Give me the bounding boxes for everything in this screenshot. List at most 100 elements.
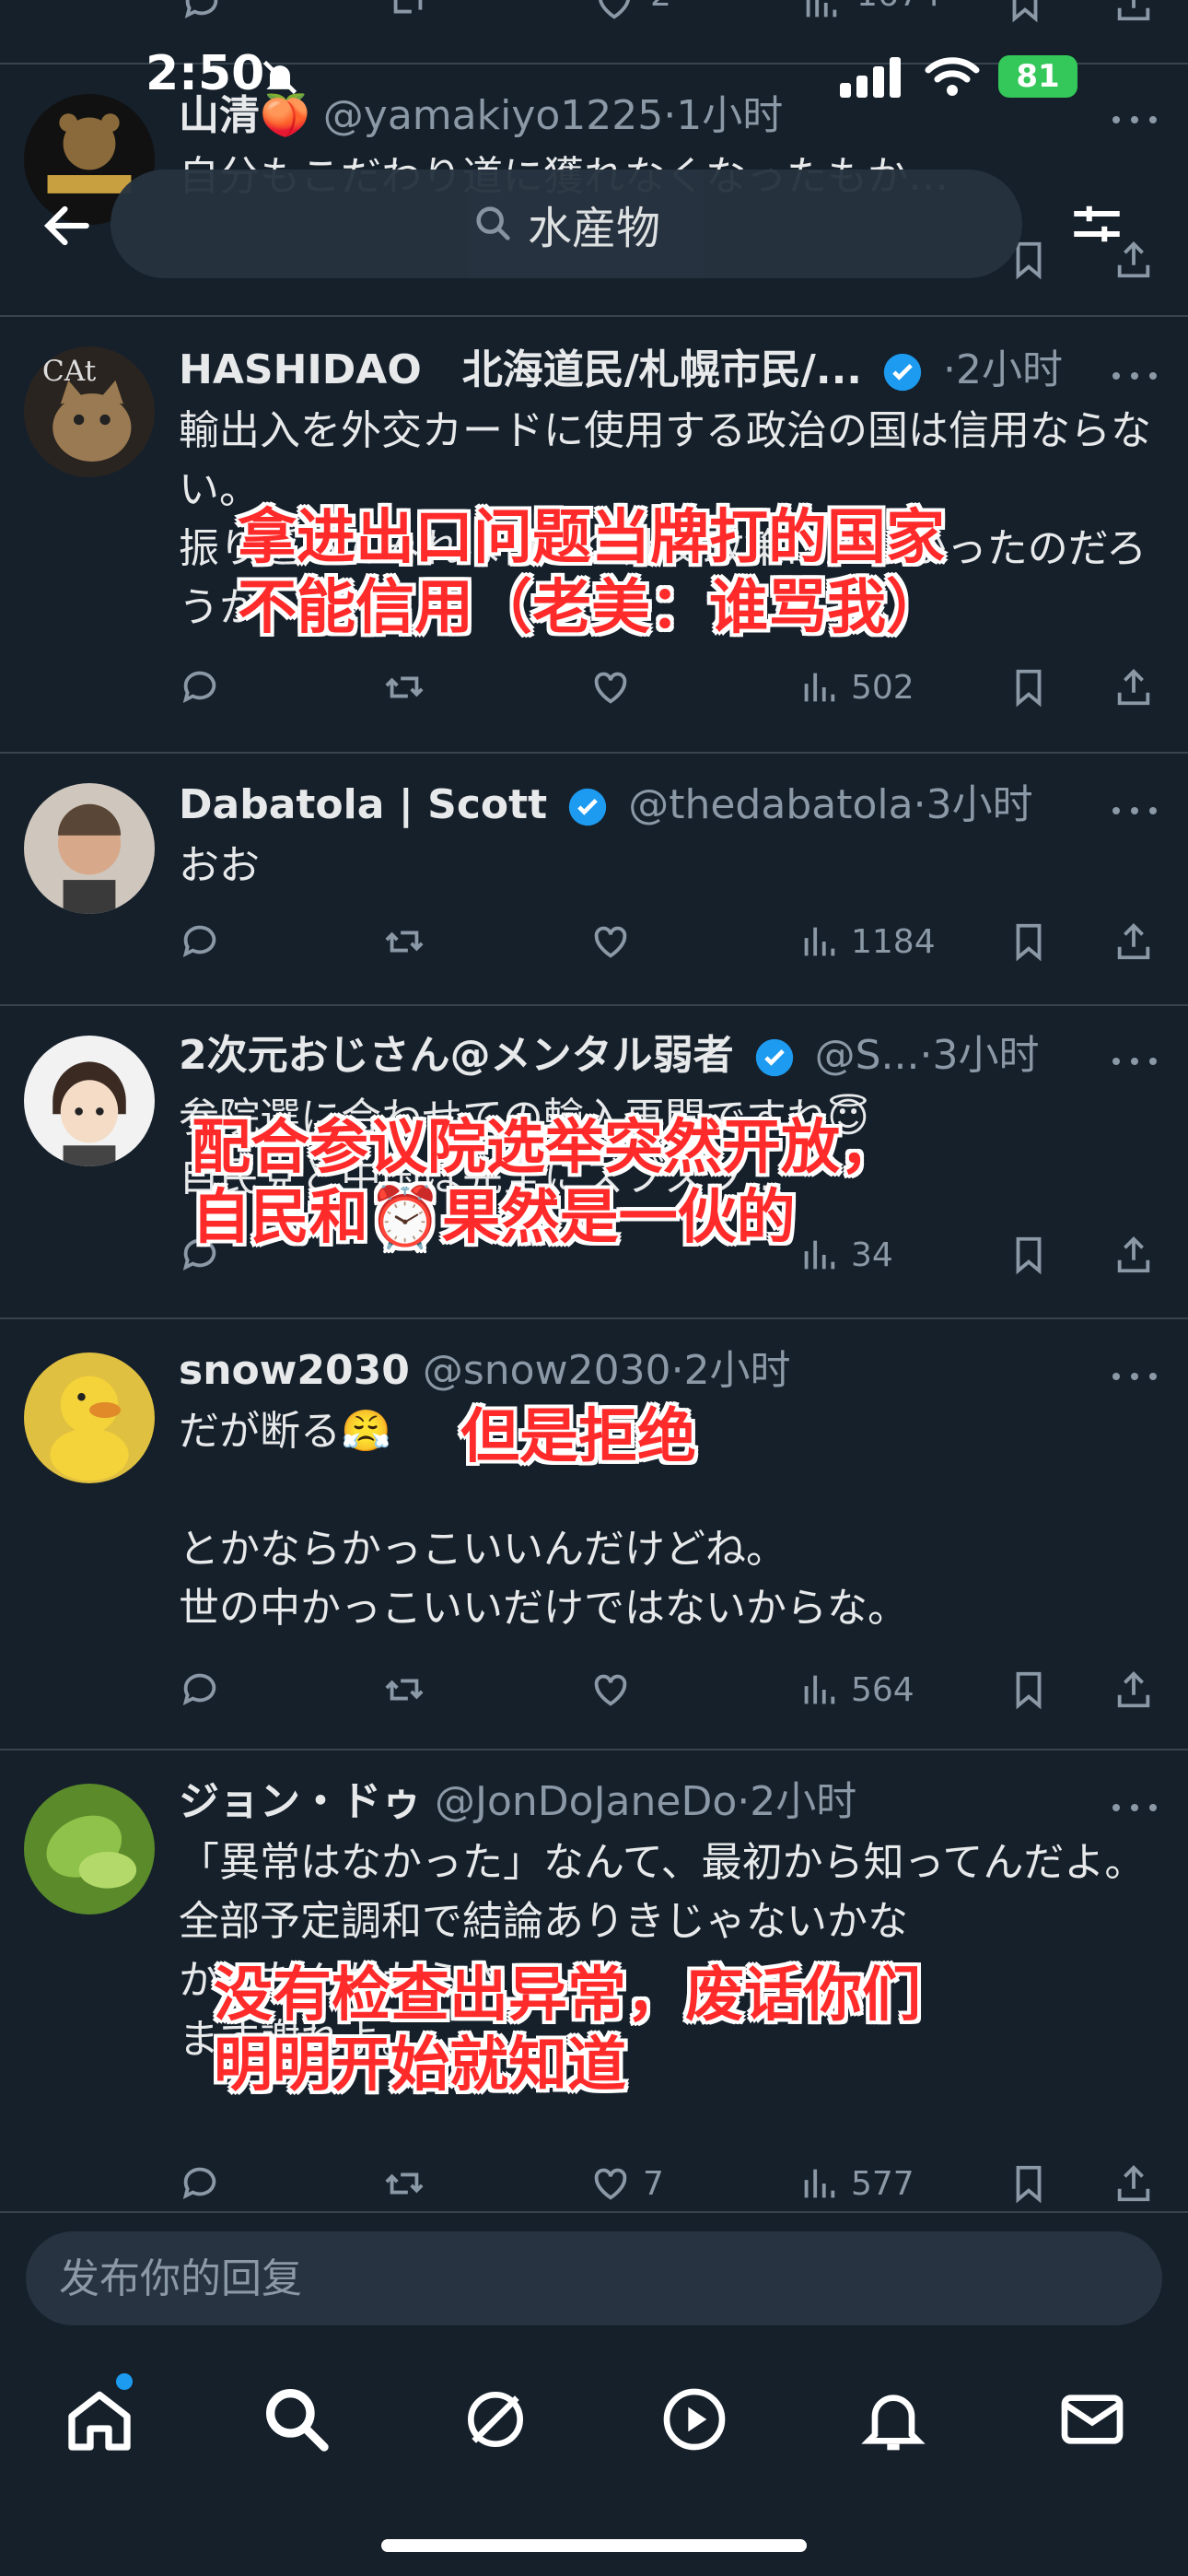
tweet-text: おお [179,842,260,889]
timestamp[interactable]: 3小时 [926,781,1033,828]
search-icon [476,206,510,240]
avatar[interactable] [24,1036,155,1166]
tweet[interactable]: CAt HASHIDAO 北海道民/札幌市民/... ·2小时 輸出入を外交カー… [0,315,1188,754]
home-icon[interactable] [63,2383,136,2456]
caption-overlay: 没有检查出异常，废话你们 明明开始就知道 [214,1961,921,2101]
retweet-button[interactable] [383,660,425,715]
bookmark-icon [1016,1236,1042,1275]
like-button[interactable]: 7 [589,2156,664,2211]
views-button[interactable]: 502 [798,660,914,715]
share-button[interactable] [1112,660,1155,715]
reply-icon [182,925,216,957]
more-icon[interactable] [1109,802,1160,820]
display-name[interactable]: ジョン・ドゥ [179,1778,422,1825]
tweet-header: 2次元おじさん@メンタル弱者 @S...·3小时 [179,1032,1040,1079]
home-notification-dot [116,2373,133,2390]
views-icon [804,673,835,702]
avatar[interactable]: CAt [24,346,155,477]
bookmark-icon [1016,1671,1042,1710]
notification-bell-icon[interactable] [856,2383,930,2456]
search-field[interactable]: 水産物 [111,170,1022,278]
avatar[interactable] [24,1784,155,1914]
like-button[interactable] [589,660,632,715]
handle[interactable]: @JonDoJaneDo [435,1778,737,1825]
like-icon [594,1674,627,1706]
caption-overlay: 配合参议院选举突然开放， 自民和⏰果然是一伙的 [192,1113,899,1253]
previous-tweet-actions: 2 1674 [0,0,1188,37]
bookmark-button[interactable] [1007,1227,1050,1282]
avatar[interactable] [24,783,155,914]
bookmark-button[interactable] [1007,2156,1050,2211]
views-button[interactable]: 1184 [798,914,936,969]
like-icon[interactable] [593,0,635,24]
retweet-button[interactable] [383,2156,425,2211]
svg-text:CAt: CAt [42,355,97,388]
retweet-icon[interactable] [387,0,429,24]
handle[interactable]: @snow2030 [423,1347,671,1394]
video-play-icon[interactable] [658,2383,731,2456]
bookmark-icon [1016,669,1042,708]
search-icon[interactable] [260,2383,333,2456]
handle[interactable]: @thedabatola [628,781,913,828]
battery-level: 81 [1016,58,1060,95]
tweet[interactable]: Dabatola | Scott @thedabatola·3小时 おお 118… [0,752,1188,1006]
silent-bell-icon [262,60,297,95]
caption-line: 但是拒绝 [460,1403,696,1471]
share-icon [1117,669,1150,706]
tweet[interactable]: ジョン・ドゥ @JonDoJaneDo·2小时 「異常はなかった」なんて、最初か… [0,1749,1188,2211]
more-icon[interactable] [1109,1367,1160,1386]
cat-avatar-icon: CAt [24,346,155,477]
back-arrow-icon[interactable] [39,197,96,254]
bookmark-button[interactable] [1007,1662,1050,1717]
more-icon[interactable] [1109,367,1160,385]
views-button[interactable]: 564 [798,1662,914,1717]
like-button[interactable] [589,914,632,969]
handle[interactable]: @S... [815,1032,920,1079]
bookmark-button[interactable] [1007,660,1050,715]
battery-indicator: 81 [998,55,1077,98]
verified-badge-icon [569,788,607,826]
reply-button[interactable] [179,660,221,715]
display-name[interactable]: 2次元おじさん@メンタル弱者 [179,1032,734,1079]
views-icon[interactable] [799,0,842,24]
retweet-button[interactable] [383,1662,425,1717]
share-icon[interactable] [1112,0,1155,24]
display-name[interactable]: Dabatola | Scott [179,781,547,828]
share-button[interactable] [1112,1227,1155,1282]
messages-mail-icon[interactable] [1055,2383,1129,2456]
tweet[interactable]: snow2030 @snow2030·2小时 だが断る😤 とかならかっこいいんだ… [0,1317,1188,1751]
bookmark-icon[interactable] [1004,0,1046,24]
like-button[interactable] [589,1662,632,1717]
search-bar[interactable]: 水産物 [111,170,1022,278]
caption-line: 没有检查出异常，废话你们 [214,1961,921,2030]
display-name[interactable]: HASHIDAO 北海道民/札幌市民/... [179,346,862,393]
grok-icon[interactable] [459,2383,532,2456]
timestamp[interactable]: 2小时 [684,1347,791,1394]
views-count: 502 [851,668,914,707]
timestamp[interactable]: 2小时 [750,1778,856,1825]
home-indicator[interactable] [381,2539,807,2552]
timestamp[interactable]: 2小时 [956,346,1063,393]
duck-avatar-icon [24,1352,155,1483]
share-button[interactable] [1112,914,1155,969]
reply-icon[interactable] [181,0,223,24]
tweet[interactable]: 2次元おじさん@メンタル弱者 @S...·3小时 参院選に合わせての輸入再開です… [0,1004,1188,1319]
reply-button[interactable] [179,914,221,969]
caption-line: 拿进出口问题当牌打的国家 [238,504,945,572]
filter-settings-icon[interactable] [1066,193,1127,254]
views-button[interactable]: 577 [798,2156,914,2211]
share-button[interactable] [1112,2156,1155,2211]
share-button[interactable] [1112,1662,1155,1717]
reply-button[interactable] [179,2156,221,2211]
timestamp[interactable]: 3小时 [933,1032,1040,1079]
reply-input[interactable] [26,2231,1162,2325]
avatar[interactable] [24,1352,155,1483]
reply-button[interactable] [179,1662,221,1717]
retweet-button[interactable] [383,914,425,969]
like-count: 7 [643,2164,664,2203]
signal-icon [840,57,901,98]
bookmark-button[interactable] [1007,914,1050,969]
more-icon[interactable] [1109,1798,1160,1817]
more-icon[interactable] [1109,1052,1160,1071]
display-name[interactable]: snow2030 [179,1347,410,1394]
